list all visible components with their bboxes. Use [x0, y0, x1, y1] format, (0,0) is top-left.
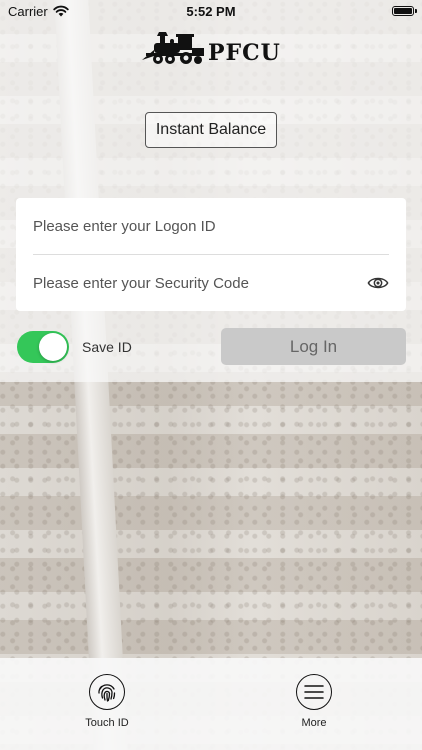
wifi-icon — [53, 5, 69, 17]
log-in-button[interactable]: Log In — [221, 328, 406, 365]
logon-id-input[interactable] — [33, 217, 389, 235]
login-form — [16, 198, 406, 311]
locomotive-icon — [142, 32, 204, 64]
security-code-input[interactable] — [33, 274, 359, 292]
tab-more[interactable]: More — [274, 674, 354, 729]
eye-icon[interactable] — [367, 272, 389, 294]
tab-more-label: More — [301, 717, 327, 729]
status-bar: Carrier 5:52 PM — [0, 0, 422, 22]
save-id-toggle[interactable] — [17, 331, 69, 363]
carrier-label: Carrier — [8, 3, 48, 19]
tab-touch-id[interactable]: Touch ID — [67, 674, 147, 729]
logon-id-row — [16, 198, 406, 254]
fingerprint-icon — [89, 674, 125, 710]
save-id-label: Save ID — [82, 339, 132, 355]
tab-touch-id-label: Touch ID — [85, 717, 129, 729]
battery-icon — [392, 6, 417, 16]
bottom-tab-bar — [0, 658, 422, 750]
toggle-knob — [39, 333, 67, 361]
menu-icon — [296, 674, 332, 710]
pfcu-logo: PFCU — [140, 30, 281, 66]
security-code-row — [16, 255, 406, 311]
instant-balance-button[interactable]: Instant Balance — [145, 112, 277, 148]
logo-text: PFCU — [208, 40, 281, 66]
